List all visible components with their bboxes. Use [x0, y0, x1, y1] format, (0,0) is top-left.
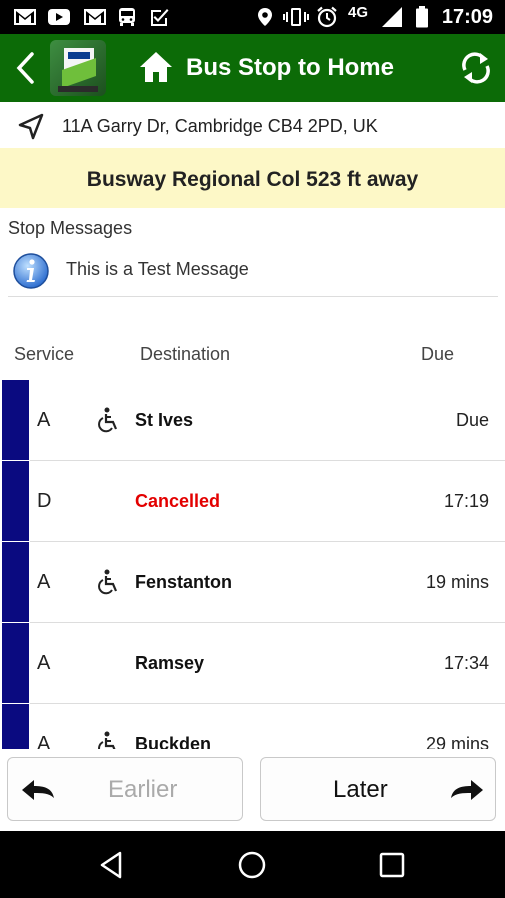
service-code: A [37, 571, 51, 593]
system-navigation-bar [0, 831, 505, 898]
app-bar: Bus Stop to Home [0, 34, 505, 102]
location-address: 11A Garry Dr, Cambridge CB4 2PD, UK [62, 116, 378, 136]
column-header-service: Service [14, 344, 75, 364]
service-code: A [37, 409, 51, 431]
service-code: D [37, 490, 52, 512]
arrow-left-icon [22, 780, 54, 800]
service-color-bar [2, 380, 29, 460]
earlier-button[interactable]: Earlier [7, 757, 243, 821]
system-home-button[interactable] [236, 849, 268, 881]
column-header-destination: Destination [140, 344, 231, 364]
refresh-icon [462, 52, 490, 84]
system-recents-button[interactable] [376, 849, 408, 881]
alarm-icon [316, 6, 338, 28]
stop-banner: Busway Regional Col 523 ft away [0, 148, 505, 208]
later-button[interactable]: Later [260, 757, 496, 821]
refresh-button[interactable] [458, 50, 494, 86]
departures-list[interactable]: A St Ives Due D Cancelled 17:19 A Fensta… [0, 380, 505, 749]
vibrate-icon [282, 7, 310, 27]
task-check-icon [148, 7, 170, 27]
wheelchair-icon [97, 569, 121, 595]
service-color-bar [2, 461, 29, 541]
gmail-icon [82, 7, 108, 27]
table-row[interactable]: A Buckden 29 mins [0, 704, 505, 749]
current-location: 11A Garry Dr, Cambridge CB4 2PD, UK [0, 102, 505, 148]
circle-home-icon [238, 851, 266, 879]
status-time: 17:09 [441, 6, 493, 28]
destination: Buckden [135, 734, 212, 749]
service-code: A [37, 733, 51, 749]
service-color-bar [2, 542, 29, 622]
table-row[interactable]: A Fenstanton 19 mins [0, 542, 505, 623]
destination: Ramsey [135, 653, 205, 673]
status-bar: 4G 17:09 [0, 0, 505, 34]
destination-cancelled: Cancelled [135, 491, 221, 511]
service-color-bar [2, 623, 29, 703]
bus-icon [116, 7, 138, 27]
stop-message-text: This is a Test Message [66, 259, 249, 279]
wheelchair-icon [97, 407, 121, 433]
arrow-right-icon [451, 780, 483, 800]
triangle-back-icon [100, 851, 122, 879]
service-color-bar [2, 704, 29, 749]
home-icon [138, 50, 174, 84]
gmail-icon [12, 7, 38, 27]
destination: Fenstanton [135, 572, 232, 592]
column-header-due: Due [421, 344, 455, 364]
stop-name-distance: Busway Regional Col 523 ft away [86, 168, 419, 191]
earlier-label: Earlier [108, 776, 178, 803]
back-button[interactable] [10, 48, 40, 88]
system-back-button[interactable] [96, 849, 128, 881]
time-navigation: Earlier Later [0, 749, 505, 831]
table-row[interactable]: D Cancelled 17:19 [0, 461, 505, 542]
network-type: 4G [348, 4, 369, 21]
later-label: Later [333, 776, 388, 803]
youtube-icon [46, 7, 72, 27]
stop-messages-heading: Stop Messages [8, 218, 133, 238]
info-icon [12, 252, 50, 290]
service-code: A [37, 652, 51, 674]
destination: St Ives [135, 410, 194, 430]
table-row[interactable]: A Ramsey 17:34 [0, 623, 505, 704]
chevron-left-icon [16, 52, 34, 84]
square-recents-icon [379, 852, 405, 878]
due-time: Due [455, 410, 489, 430]
page-title: Bus Stop to Home [186, 54, 394, 81]
wheelchair-icon [97, 731, 121, 749]
due-time: 29 mins [425, 734, 489, 749]
signal-icon [380, 7, 404, 27]
due-time: 17:34 [443, 653, 489, 673]
table-row[interactable]: A St Ives Due [0, 380, 505, 461]
divider [8, 296, 498, 297]
location-pin-icon [256, 7, 274, 27]
due-time: 19 mins [425, 572, 489, 592]
navigation-arrow-icon [16, 112, 46, 142]
app-logo [50, 40, 106, 96]
due-time: 17:19 [443, 491, 489, 511]
battery-icon [414, 6, 430, 28]
